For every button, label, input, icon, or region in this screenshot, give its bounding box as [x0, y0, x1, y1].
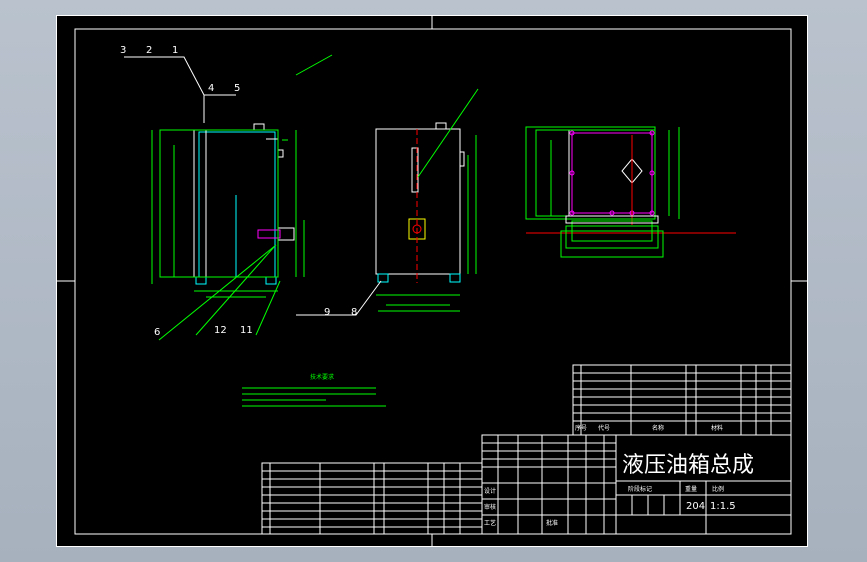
- balloon-2: 2: [146, 45, 152, 56]
- balloon-11: 11: [240, 325, 253, 336]
- drawing-title: 液压油箱总成: [622, 453, 754, 478]
- balloon-3: 3: [120, 45, 126, 56]
- drawing-canvas: 3 2 1 4 5 6 12 11 9 8 技术要求 序号 代号 名称 材料 液…: [56, 15, 808, 547]
- title-block: 液压油箱总成 阶段标记 重量 比例 204 1:1.5 设计 审核 工艺 批准: [481, 434, 792, 535]
- balloon-1: 1: [172, 45, 178, 56]
- side-view: [296, 88, 479, 316]
- stage-label: 阶段标记: [628, 485, 652, 493]
- bom-upper: 序号 代号 名称 材料: [572, 364, 792, 436]
- quantity-value: 204: [686, 501, 705, 512]
- balloon-12: 12: [214, 325, 227, 336]
- header-code: 代号: [598, 424, 610, 432]
- scale-value: 1:1.5: [710, 501, 736, 512]
- front-view: [124, 54, 333, 341]
- header-name: 名称: [652, 424, 664, 432]
- top-view: [525, 126, 736, 258]
- balloon-5: 5: [234, 83, 240, 94]
- tech-requirements-heading: 技术要求: [310, 373, 334, 381]
- balloon-6: 6: [154, 327, 160, 338]
- header-material: 材料: [711, 424, 723, 432]
- header-sequence: 序号: [575, 424, 587, 432]
- balloon-9: 9: [324, 307, 330, 318]
- process-label: 工艺: [484, 519, 496, 527]
- scale-label: 比例: [712, 485, 724, 493]
- tech-requirements: 技术要求: [242, 373, 386, 407]
- bom-lower: [261, 462, 483, 535]
- balloon-4: 4: [208, 83, 214, 94]
- cad-drawing: 3 2 1 4 5 6 12 11 9 8 技术要求 序号 代号 名称 材料 液…: [56, 15, 808, 547]
- balloon-8: 8: [351, 307, 357, 318]
- weight-label: 重量: [685, 485, 697, 493]
- approve-label: 批准: [546, 519, 558, 527]
- review-label: 审核: [484, 503, 496, 511]
- designer-label: 设计: [484, 487, 496, 495]
